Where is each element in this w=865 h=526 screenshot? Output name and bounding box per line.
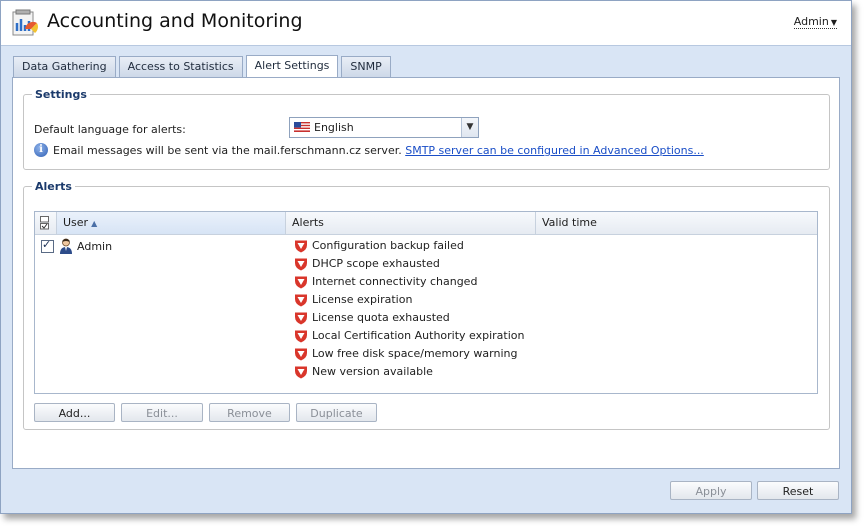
language-label: Default language for alerts:: [34, 123, 186, 136]
alert-item: DHCP scope exhausted: [294, 256, 525, 274]
smtp-info-text: Email messages will be sent via the mail…: [53, 144, 402, 157]
apply-button[interactable]: Apply: [670, 481, 752, 500]
column-header-user[interactable]: User ▲: [57, 212, 286, 234]
alert-item-label: License expiration: [312, 293, 413, 306]
alerts-group: Alerts User ▲ Alerts Valid time ✓ Admin …: [23, 180, 830, 430]
checkbox-column-icon: [40, 216, 49, 230]
sort-ascending-icon: ▲: [91, 219, 98, 228]
alert-item-label: Configuration backup failed: [312, 239, 464, 252]
alert-item-label: New version available: [312, 365, 433, 378]
alert-item: License expiration: [294, 292, 525, 310]
title-bar: Accounting and Monitoring Admin ▼: [1, 1, 851, 46]
row-alerts-list: Configuration backup failed DHCP scope e…: [294, 238, 525, 382]
row-checkbox[interactable]: [41, 238, 54, 253]
duplicate-button[interactable]: Duplicate: [296, 403, 377, 422]
alert-item-label: License quota exhausted: [312, 311, 450, 324]
application-window: Accounting and Monitoring Admin ▼ Data Ga…: [0, 0, 852, 514]
alert-shield-icon: [295, 294, 307, 307]
chevron-down-icon[interactable]: ▼: [461, 118, 478, 137]
select-all-column[interactable]: [35, 212, 57, 234]
tab-access-to-statistics[interactable]: Access to Statistics: [118, 56, 243, 77]
alert-item: License quota exhausted: [294, 310, 525, 328]
row-user-name: Admin: [77, 240, 113, 253]
alert-item-label: DHCP scope exhausted: [312, 257, 440, 270]
alert-item: New version available: [294, 364, 525, 382]
alert-item: Low free disk space/memory warning: [294, 346, 525, 364]
table-header: User ▲ Alerts Valid time: [35, 212, 817, 235]
column-header-alerts[interactable]: Alerts: [286, 212, 536, 234]
column-user-label: User: [63, 216, 89, 229]
alert-shield-icon: [295, 258, 307, 271]
chevron-down-icon: ▼: [830, 18, 837, 27]
settings-group: Settings Default language for alerts: En…: [23, 88, 830, 170]
remove-button[interactable]: Remove: [209, 403, 290, 422]
alert-shield-icon: [295, 348, 307, 361]
accounting-chart-icon: [12, 9, 38, 36]
tab-panel: Settings Default language for alerts: En…: [12, 77, 840, 469]
tab-data-gathering[interactable]: Data Gathering: [13, 56, 116, 77]
user-menu-label: Admin: [793, 15, 829, 28]
alert-item: Configuration backup failed: [294, 238, 525, 256]
smtp-settings-link[interactable]: SMTP server can be configured in Advance…: [405, 144, 704, 157]
alert-shield-icon: [295, 276, 307, 289]
user-menu[interactable]: Admin ▼: [793, 15, 837, 29]
reset-button[interactable]: Reset: [757, 481, 839, 500]
column-header-valid-time[interactable]: Valid time: [536, 212, 817, 234]
window-title: Accounting and Monitoring: [47, 10, 303, 32]
user-icon: [60, 238, 72, 254]
alert-shield-icon: [295, 312, 307, 325]
us-flag-icon: [294, 122, 310, 132]
alerts-legend: Alerts: [35, 180, 72, 193]
alert-item-label: Internet connectivity changed: [312, 275, 478, 288]
alert-shield-icon: [295, 330, 307, 343]
edit-button[interactable]: Edit...: [121, 403, 203, 422]
alert-item-label: Local Certification Authority expiration: [312, 329, 525, 342]
language-select-value: English: [314, 121, 354, 134]
settings-legend: Settings: [35, 88, 87, 101]
smtp-info: Email messages will be sent via the mail…: [53, 144, 704, 157]
alert-item: Local Certification Authority expiration: [294, 328, 525, 346]
add-button[interactable]: Add...: [34, 403, 115, 422]
alert-shield-icon: [295, 366, 307, 379]
alerts-table: User▲ Alerts Valid time Admin Configurat…: [34, 211, 818, 394]
alert-item: Internet connectivity changed: [294, 274, 525, 292]
alert-item-label: Low free disk space/memory warning: [312, 347, 518, 360]
alert-shield-icon: [295, 240, 307, 253]
language-select[interactable]: English ▼: [289, 117, 479, 138]
tab-snmp[interactable]: SNMP: [341, 56, 391, 77]
tab-alert-settings[interactable]: Alert Settings: [245, 55, 339, 78]
info-icon: i: [34, 143, 48, 157]
tab-bar: Data Gathering Access to Statistics Aler…: [13, 55, 394, 78]
